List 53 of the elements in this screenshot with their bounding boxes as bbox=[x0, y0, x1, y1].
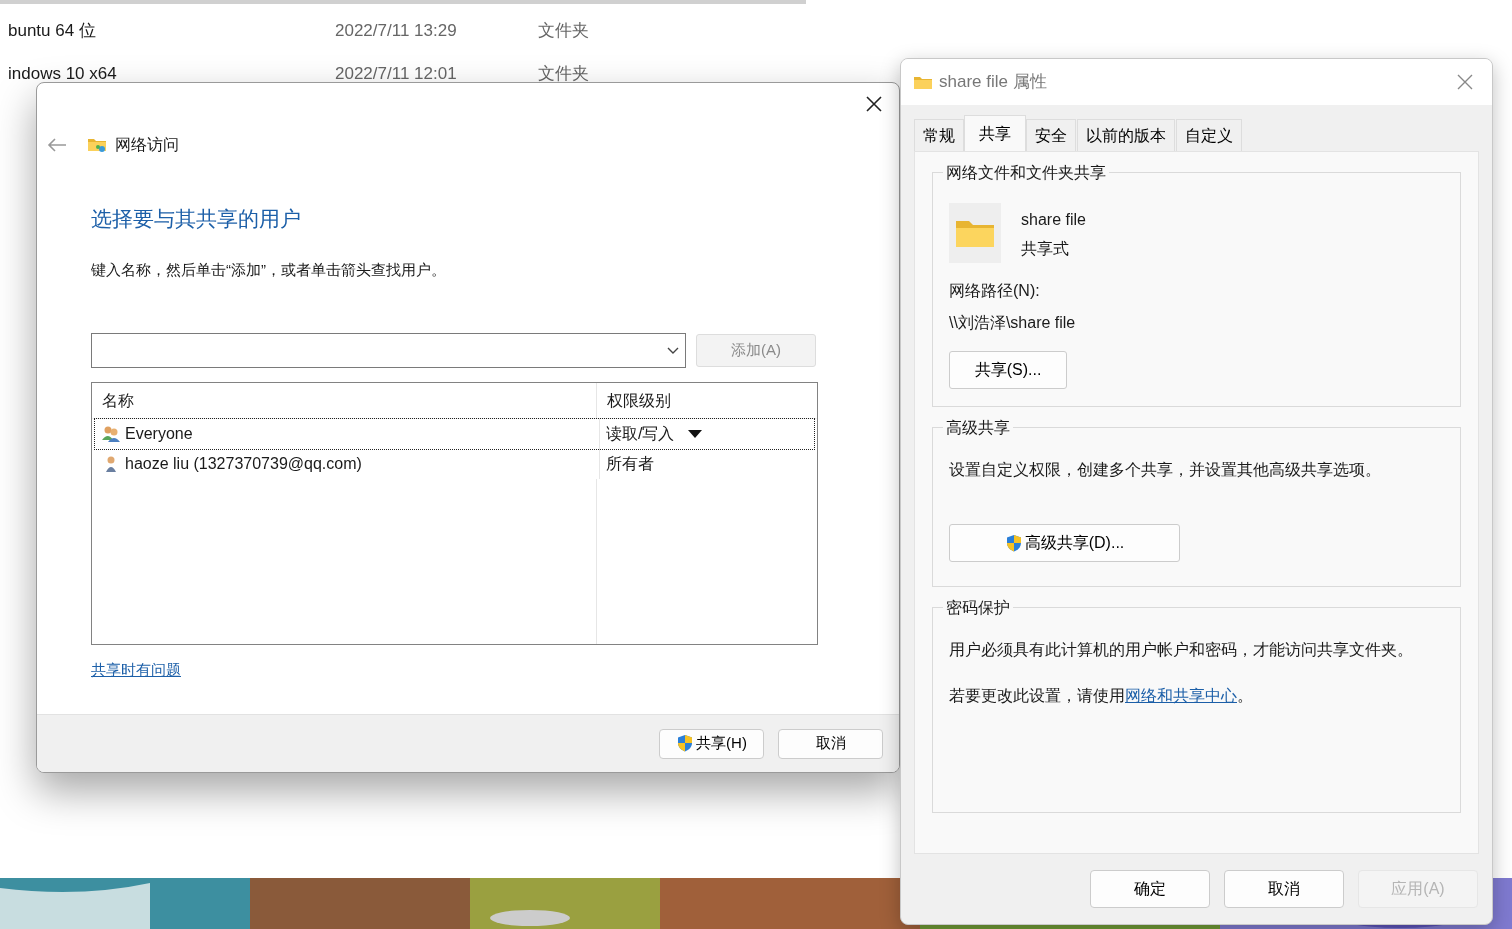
dialog-button[interactable]: 共享(H) bbox=[659, 728, 764, 759]
dialog-button[interactable]: 取消 bbox=[778, 728, 883, 759]
dropdown-arrow-icon bbox=[688, 430, 703, 438]
tab[interactable]: 安全 bbox=[1026, 119, 1076, 151]
folder-icon bbox=[913, 74, 933, 90]
group-title: 高级共享 bbox=[943, 418, 1013, 438]
users-icon bbox=[101, 425, 121, 443]
breadcrumb-title: 网络访问 bbox=[115, 135, 179, 155]
user-row[interactable]: Everyone 读取/写入 bbox=[95, 419, 814, 449]
file-type: 文件夹 bbox=[538, 20, 589, 41]
folder-name: share file bbox=[1021, 210, 1086, 230]
user-combo-box[interactable] bbox=[91, 333, 686, 368]
user-name: Everyone bbox=[125, 424, 193, 444]
tab[interactable]: 以前的版本 bbox=[1077, 119, 1175, 151]
shield-icon bbox=[1004, 533, 1023, 553]
file-name[interactable]: buntu 64 位 bbox=[0, 20, 335, 41]
column-header: 名称 bbox=[92, 383, 596, 419]
help-link[interactable]: 共享时有问题 bbox=[91, 659, 181, 682]
back-arrow-icon bbox=[47, 138, 67, 152]
advanced-sharing-button[interactable]: 高级共享(D)... bbox=[949, 524, 1180, 562]
file-name[interactable]: indows 10 x64 bbox=[0, 63, 335, 84]
dialog-heading: 选择要与其共享的用户 bbox=[91, 206, 302, 232]
group-title: 网络文件和文件夹共享 bbox=[943, 163, 1109, 183]
tab[interactable]: 自定义 bbox=[1176, 119, 1242, 151]
close-icon bbox=[866, 96, 882, 112]
description-text: 用户必须具有此计算机的用户帐户和密码，才能访问共享文件夹。 bbox=[949, 640, 1414, 660]
date-modified: 2022/7/11 13:29 bbox=[335, 20, 458, 41]
window-title: share file 属性 bbox=[939, 71, 1047, 94]
date-modified: 2022/7/11 12:01 bbox=[335, 63, 458, 84]
description-text: 设置自定义权限，创建多个共享，并设置其他高级共享选项。 bbox=[949, 460, 1382, 480]
user-name: haoze liu (1327370739@qq.com) bbox=[125, 454, 362, 474]
network-path: \\刘浩泽\share file bbox=[949, 313, 1077, 333]
instruction-text: 键入名称，然后单击“添加”，或者单击箭头查找用户。 bbox=[91, 259, 447, 280]
tab[interactable]: 共享 bbox=[964, 115, 1026, 151]
permission-level: 读取/写入 bbox=[606, 424, 675, 444]
network-folder-icon bbox=[87, 136, 109, 154]
file-type: 文件夹 bbox=[538, 63, 589, 84]
folder-icon bbox=[955, 218, 995, 248]
dialog-button[interactable]: 确定 bbox=[1090, 870, 1210, 908]
chevron-down-icon bbox=[667, 346, 679, 355]
share-status: 共享式 bbox=[1021, 239, 1070, 259]
group-title: 密码保护 bbox=[943, 598, 1013, 618]
scrollbar[interactable] bbox=[0, 0, 806, 4]
path-label: 网络路径(N): bbox=[949, 281, 1041, 301]
settings-note: 若要更改此设置，请使用网络和共享中心。 bbox=[949, 686, 1254, 706]
dialog-button[interactable]: 取消 bbox=[1224, 870, 1344, 908]
permission-level: 所有者 bbox=[606, 454, 654, 474]
network-center-link[interactable]: 网络和共享中心 bbox=[1125, 687, 1237, 704]
user-row[interactable]: haoze liu (1327370739@qq.com) 所有者 bbox=[95, 449, 814, 479]
close-icon bbox=[1457, 74, 1473, 90]
tab[interactable]: 常规 bbox=[914, 119, 964, 151]
column-header: 权限级别 bbox=[596, 383, 817, 419]
share-button[interactable]: 共享(S)... bbox=[949, 351, 1067, 389]
